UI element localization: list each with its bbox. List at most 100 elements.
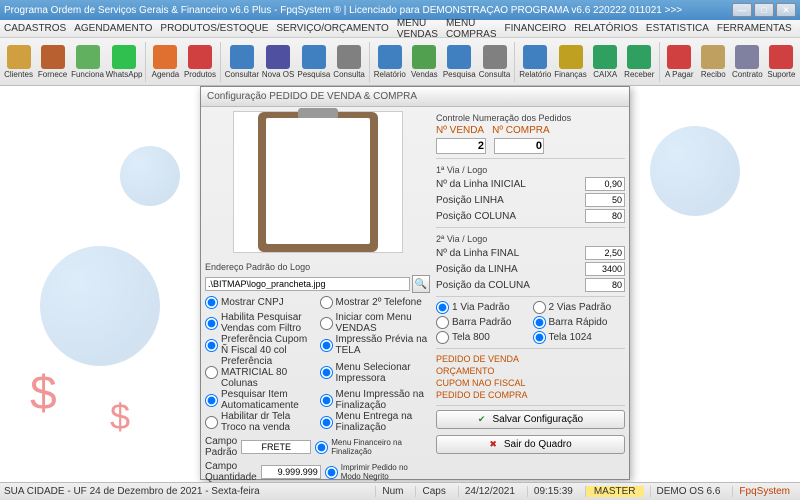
- opt-1-0[interactable]: [205, 339, 218, 352]
- link-cupom-nao-fiscal[interactable]: CUPOM NAO FISCAL: [436, 377, 625, 389]
- logo-path-input[interactable]: [205, 277, 410, 291]
- agenda-icon: [153, 45, 177, 69]
- status-brand: FpqSystem: [732, 486, 796, 497]
- opt-3-1[interactable]: [320, 394, 333, 407]
- opt-2-0[interactable]: [205, 366, 218, 379]
- toolbar-whatsapp[interactable]: WhatsApp: [106, 40, 142, 84]
- pos-coluna2-input[interactable]: [585, 278, 625, 292]
- opt-1-1[interactable]: [320, 339, 333, 352]
- maximize-button[interactable]: □: [754, 3, 774, 17]
- finanças-icon: [559, 45, 583, 69]
- toolbar-produtos[interactable]: Produtos: [183, 40, 217, 84]
- link-pedido-de-venda[interactable]: PEDIDO DE VENDA: [436, 353, 625, 365]
- pesquisa-icon: [447, 45, 471, 69]
- relatório-icon: [523, 45, 547, 69]
- window-title: Programa Ordem de Serviços Gerais & Fina…: [4, 5, 732, 16]
- toolbar-finanças[interactable]: Finanças: [553, 40, 587, 84]
- save-config-button[interactable]: Salvar Configuração: [436, 410, 625, 429]
- toolbar-consulta[interactable]: Consulta: [478, 40, 512, 84]
- campo-padrao-input[interactable]: [241, 440, 311, 454]
- toolbar-relatório[interactable]: Relatório: [518, 40, 552, 84]
- pos-coluna1-label: Posição COLUNA: [436, 211, 581, 222]
- toolbar-pesquisa[interactable]: Pesquisa: [442, 40, 477, 84]
- extra-opt-1[interactable]: [325, 466, 338, 479]
- pos-coluna2-label: Posição da COLUNA: [436, 280, 581, 291]
- status-num: Num: [375, 486, 409, 497]
- menu-produtos/estoque[interactable]: PRODUTOS/ESTOQUE: [160, 23, 268, 34]
- tela-1[interactable]: [533, 331, 546, 344]
- exit-button[interactable]: Sair do Quadro: [436, 435, 625, 454]
- linha-inicial-input[interactable]: [585, 177, 625, 191]
- menu-serviço/orçamento[interactable]: SERVIÇO/ORÇAMENTO: [276, 23, 388, 34]
- pos-linha2-input[interactable]: [585, 262, 625, 276]
- toolbar-funciona[interactable]: Funciona: [70, 40, 105, 84]
- main-toolbar: ClientesForneceFuncionaWhatsAppAgendaPro…: [0, 38, 800, 86]
- tela-0[interactable]: [436, 331, 449, 344]
- toolbar-relatório[interactable]: Relatório: [373, 40, 407, 84]
- link-orçamento[interactable]: ORÇAMENTO: [436, 365, 625, 377]
- pos-coluna1-input[interactable]: [585, 209, 625, 223]
- radio-0[interactable]: [205, 296, 218, 309]
- opt-4-0[interactable]: [205, 416, 218, 429]
- toolbar-consultar[interactable]: Consultar: [224, 40, 260, 84]
- close-button[interactable]: ✕: [776, 3, 796, 17]
- vias-1[interactable]: [533, 301, 546, 314]
- toolbar-pesquisa[interactable]: Pesquisa: [296, 40, 331, 84]
- opt-0-1[interactable]: [320, 317, 333, 330]
- menu-menu compras[interactable]: MENU COMPRAS: [446, 18, 497, 40]
- toolbar-vendas[interactable]: Vendas: [408, 40, 441, 84]
- relatório-icon: [378, 45, 402, 69]
- logo-path-label: Endereço Padrão do Logo: [205, 262, 430, 272]
- menu-ferramentas[interactable]: FERRAMENTAS: [717, 23, 792, 34]
- menu-relatórios[interactable]: RELATÓRIOS: [574, 23, 638, 34]
- opt-0-0[interactable]: [205, 317, 218, 330]
- linha-final-input[interactable]: [585, 246, 625, 260]
- toolbar-recibo[interactable]: Recibo: [697, 40, 730, 84]
- dialog-title: Configuração PEDIDO DE VENDA & COMPRA: [201, 87, 629, 107]
- toolbar-caixa[interactable]: CAIXA: [589, 40, 622, 84]
- vias-0[interactable]: [436, 301, 449, 314]
- pos-linha1-input[interactable]: [585, 193, 625, 207]
- barra-0[interactable]: [436, 316, 449, 329]
- radio-1[interactable]: [320, 296, 333, 309]
- n-venda-label: Nº VENDA: [436, 125, 484, 136]
- toolbar-fornece[interactable]: Fornece: [36, 40, 69, 84]
- browse-logo-button[interactable]: 🔍: [412, 275, 430, 293]
- toolbar-consulta[interactable]: Consulta: [332, 40, 366, 84]
- toolbar-suporte[interactable]: Suporte: [765, 40, 798, 84]
- consultar-icon: [230, 45, 254, 69]
- logo-preview: [233, 111, 403, 253]
- consulta-icon: [337, 45, 361, 69]
- status-location: SUA CIDADE - UF 24 de Dezembro de 2021 -…: [4, 486, 369, 497]
- pesquisa-icon: [302, 45, 326, 69]
- toolbar-nova os[interactable]: Nova OS: [261, 40, 295, 84]
- n-venda-input[interactable]: [436, 138, 486, 154]
- toolbar-receber[interactable]: Receber: [623, 40, 656, 84]
- pos-linha1-label: Posição LINHA: [436, 195, 581, 206]
- recibo-icon: [701, 45, 725, 69]
- opt-2-1[interactable]: [320, 366, 333, 379]
- toolbar-agenda[interactable]: Agenda: [149, 40, 182, 84]
- menu-agendamento[interactable]: AGENDAMENTO: [74, 23, 152, 34]
- status-time: 09:15:39: [527, 486, 579, 497]
- extra-opt-0[interactable]: [315, 441, 328, 454]
- minimize-button[interactable]: —: [732, 3, 752, 17]
- link-pedido-de-compra[interactable]: PEDIDO DE COMPRA: [436, 389, 625, 401]
- contrato-icon: [735, 45, 759, 69]
- receber-icon: [627, 45, 651, 69]
- vendas-icon: [412, 45, 436, 69]
- menu-menu vendas[interactable]: MENU VENDAS: [397, 18, 438, 40]
- menu-estatistica[interactable]: ESTATISTICA: [646, 23, 709, 34]
- toolbar-contrato[interactable]: Contrato: [731, 40, 764, 84]
- opt-3-0[interactable]: [205, 394, 218, 407]
- n-compra-input[interactable]: [494, 138, 544, 154]
- menu-cadastros[interactable]: CADASTROS: [4, 23, 66, 34]
- campo-qtd-input[interactable]: [261, 465, 321, 479]
- toolbar-clientes[interactable]: Clientes: [2, 40, 35, 84]
- menu-financeiro[interactable]: FINANCEIRO: [505, 23, 567, 34]
- campo-qtd-label: Campo Quantidade: [205, 461, 257, 482]
- fornece-icon: [41, 45, 65, 69]
- barra-1[interactable]: [533, 316, 546, 329]
- toolbar-a pagar[interactable]: A Pagar: [663, 40, 696, 84]
- opt-4-1[interactable]: [320, 416, 333, 429]
